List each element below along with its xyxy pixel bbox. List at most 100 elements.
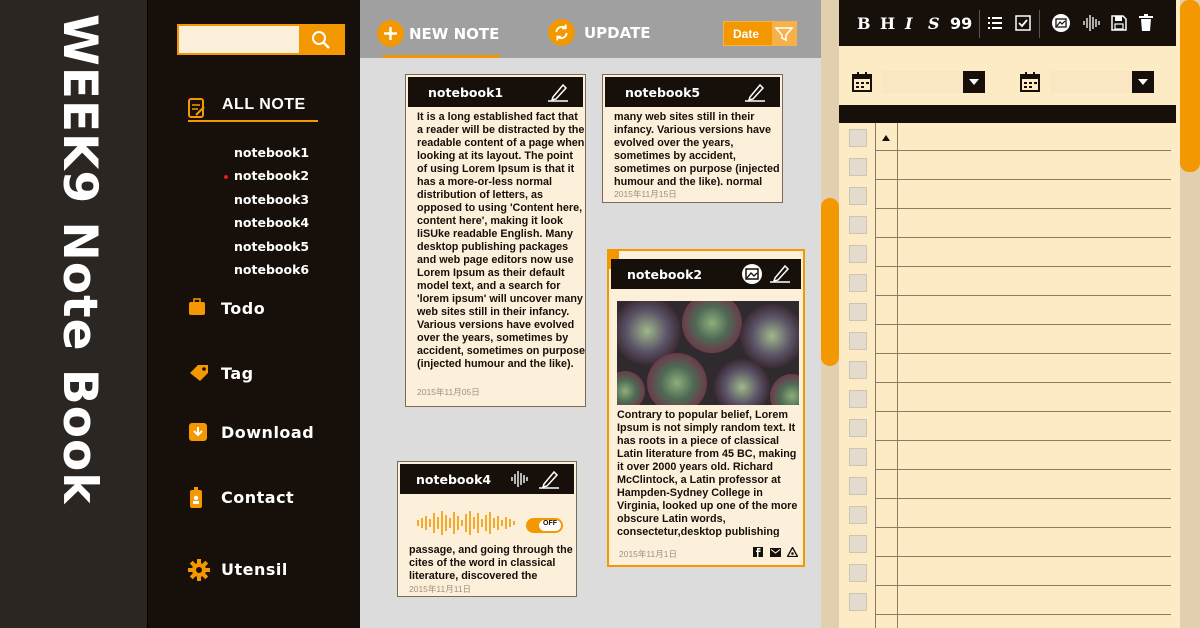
editor-scroll-thumb[interactable]	[1180, 0, 1200, 172]
card-header: notebook5	[605, 77, 780, 107]
edit-icon[interactable]	[769, 263, 791, 283]
notebook-item-6[interactable]: notebook6	[234, 262, 309, 285]
calendar-icon[interactable]	[1020, 72, 1040, 92]
card-date: 2015年11月1日	[619, 549, 677, 559]
row-checkbox[interactable]	[849, 245, 867, 263]
save-icon[interactable]	[1111, 15, 1127, 31]
note-card-notebook2[interactable]: notebook2 Contrary to popular belief, Lo…	[607, 249, 805, 567]
row-checkbox[interactable]	[849, 535, 867, 553]
bold-button[interactable]: B	[857, 14, 871, 33]
audio-toggle[interactable]: OFF	[526, 518, 563, 533]
start-date-field[interactable]	[881, 71, 964, 93]
checkbox-icon[interactable]	[1015, 15, 1031, 31]
row-checkbox[interactable]	[849, 477, 867, 495]
row-rule	[875, 527, 1171, 528]
audio-wave-icon[interactable]	[510, 470, 530, 488]
row-checkbox[interactable]	[849, 187, 867, 205]
share-icon[interactable]	[787, 547, 798, 557]
card-body: many web sites still in their infancy. V…	[614, 111, 780, 186]
board-scrollbar[interactable]	[821, 0, 839, 628]
end-date-dropdown[interactable]	[1132, 71, 1154, 93]
new-note-underline	[383, 55, 500, 58]
row-checkbox[interactable]	[849, 593, 867, 611]
update-label: UPDATE	[584, 24, 651, 42]
calendar-icon[interactable]	[852, 72, 872, 92]
filter-icon	[772, 22, 796, 45]
row-rule	[875, 498, 1171, 499]
row-rule	[875, 324, 1171, 325]
note-card-notebook1[interactable]: notebook1 It is a long established fact …	[405, 74, 586, 407]
succulent-photo	[617, 301, 799, 405]
notebook-item-1[interactable]: notebook1	[234, 145, 309, 168]
row-checkbox[interactable]	[849, 448, 867, 466]
row-rule	[875, 150, 1171, 151]
sort-up-icon[interactable]	[881, 134, 891, 142]
note-card-notebook5[interactable]: notebook5 many web sites still in their …	[602, 74, 783, 203]
notebook-label: notebook1	[234, 145, 310, 160]
start-date-dropdown[interactable]	[963, 71, 985, 93]
search-button[interactable]	[299, 26, 343, 53]
board-topbar: NEW NOTE UPDATE Date	[360, 0, 821, 58]
note-card-notebook4[interactable]: notebook4 OFF passage, and going through…	[397, 461, 577, 597]
facebook-icon[interactable]	[753, 547, 763, 557]
quote-button[interactable]: 99	[950, 14, 972, 33]
grid-divider	[875, 123, 876, 628]
row-checkbox[interactable]	[849, 158, 867, 176]
row-rule	[875, 353, 1171, 354]
notebook-item-2[interactable]: notebook2	[224, 168, 309, 191]
row-rule	[875, 266, 1171, 267]
row-rule	[875, 440, 1171, 441]
row-checkbox[interactable]	[849, 129, 867, 147]
row-checkbox[interactable]	[849, 506, 867, 524]
edit-icon[interactable]	[547, 82, 569, 102]
row-checkbox[interactable]	[849, 390, 867, 408]
card-date: 2015年11月15日	[614, 189, 677, 199]
strike-button[interactable]: S	[928, 14, 940, 33]
all-note-label: ALL NOTE	[222, 96, 306, 113]
nav-download-label: Download	[221, 423, 315, 442]
card-body: It is a long established fact that a rea…	[417, 111, 585, 370]
date-sort-dropdown[interactable]: Date	[723, 21, 797, 46]
row-rule	[875, 208, 1171, 209]
editor-panel: B H I S 99	[821, 0, 1200, 628]
trash-icon[interactable]	[1138, 14, 1154, 32]
search-input[interactable]	[179, 26, 299, 53]
notebook-item-3[interactable]: notebook3	[234, 192, 309, 215]
board-scroll-thumb[interactable]	[821, 198, 839, 366]
nav-utensil-label: Utensil	[221, 560, 288, 579]
row-checkbox[interactable]	[849, 274, 867, 292]
all-note-link[interactable]: ALL NOTE	[188, 96, 318, 122]
audio-wave-icon[interactable]	[1082, 14, 1100, 32]
format-toolbar: B H I S 99	[839, 0, 1176, 46]
row-rule	[875, 614, 1171, 615]
edit-icon[interactable]	[538, 469, 560, 489]
notebook-label: notebook6	[234, 261, 310, 277]
row-rule	[875, 556, 1171, 557]
edit-icon[interactable]	[744, 82, 766, 102]
row-checkbox[interactable]	[849, 361, 867, 379]
mail-icon[interactable]	[770, 548, 781, 557]
gear-icon	[188, 559, 210, 581]
end-date-field[interactable]	[1050, 71, 1133, 93]
brand-strip: WEEK9 Note Book	[0, 0, 147, 628]
row-checkbox[interactable]	[849, 419, 867, 437]
italic-button[interactable]: I	[905, 14, 912, 33]
heading-button[interactable]: H	[880, 14, 895, 33]
row-checkbox[interactable]	[849, 216, 867, 234]
notebook-item-4[interactable]: notebook4	[234, 215, 309, 238]
card-title: notebook2	[627, 267, 703, 282]
audio-waveform[interactable]	[416, 509, 520, 537]
notebook-item-5[interactable]: notebook5	[234, 239, 309, 262]
note-icon	[188, 98, 205, 118]
image-icon[interactable]	[1051, 13, 1071, 33]
image-icon[interactable]	[741, 263, 763, 285]
row-checkbox[interactable]	[849, 303, 867, 321]
row-rule	[875, 585, 1171, 586]
plus-icon	[377, 20, 404, 47]
editor-scrollbar[interactable]	[1180, 0, 1200, 628]
row-checkbox[interactable]	[849, 564, 867, 582]
row-checkbox[interactable]	[849, 332, 867, 350]
list-icon[interactable]	[987, 15, 1003, 31]
chevron-down-icon	[969, 79, 979, 85]
notebook-label: notebook3	[234, 191, 310, 207]
